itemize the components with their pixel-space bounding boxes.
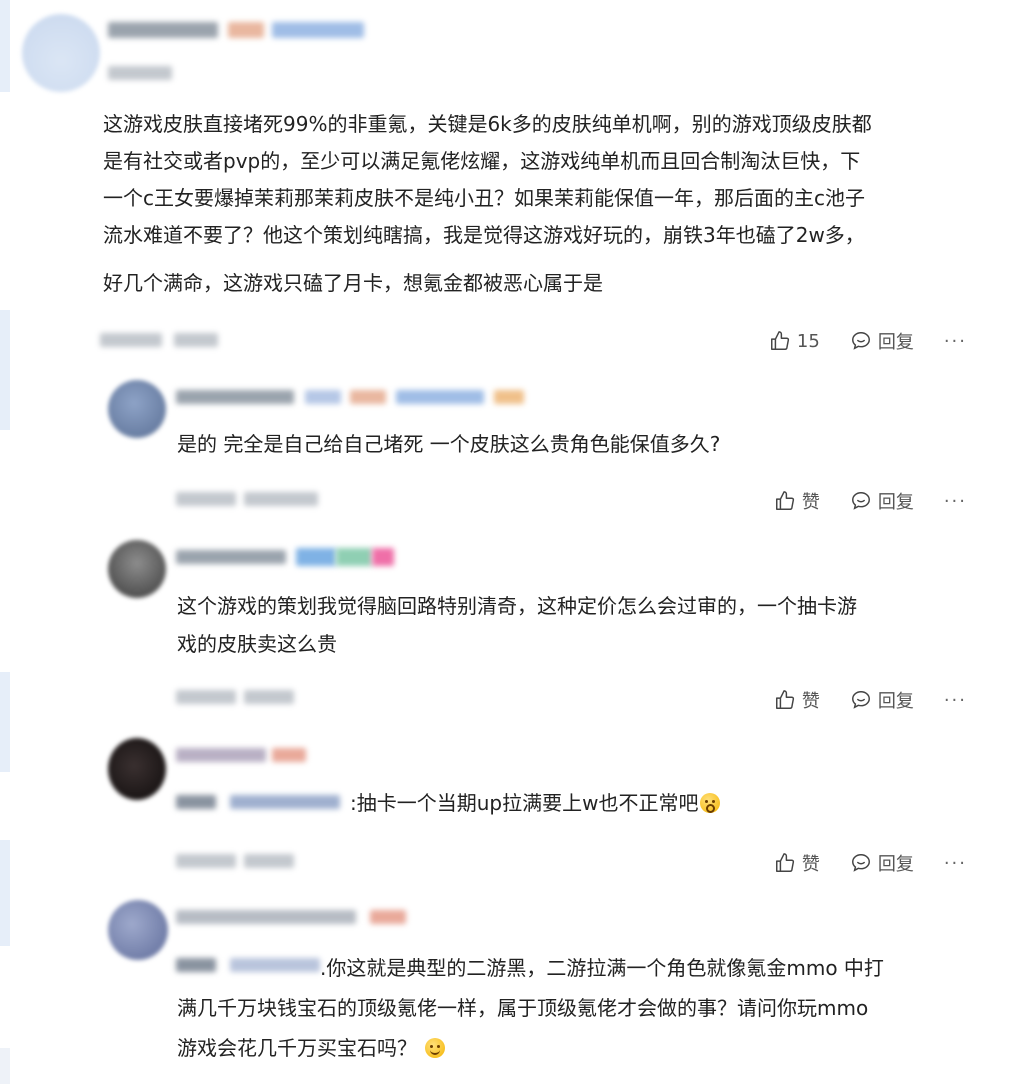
timestamp-redacted: [108, 66, 172, 80]
user-badge-redacted: [396, 390, 484, 404]
comment-bubble-icon: [851, 854, 870, 872]
more-options-button[interactable]: ···: [944, 690, 967, 711]
mention-redacted[interactable]: [176, 795, 216, 809]
post-time-redacted: [100, 333, 162, 347]
reply-actions: 赞 回复 ···: [744, 687, 967, 713]
reply-button[interactable]: 回复: [850, 328, 914, 354]
avatar[interactable]: [108, 738, 166, 800]
comment-bubble-icon: [851, 332, 870, 350]
user-badge-redacted: [494, 390, 524, 404]
like-label: 赞: [801, 492, 820, 513]
comment-line: 这游戏皮肤直接堵死99%的非重氪，关键是6k多的皮肤纯单机啊，别的游戏顶级皮肤都: [103, 112, 872, 136]
username-redacted[interactable]: [108, 22, 218, 38]
reply-line: 游戏会花几千万买宝石吗？: [177, 1030, 446, 1066]
edge-strip: [0, 310, 10, 430]
reply-line: .你这就是典型的二游黑，二游拉满一个角色就像氪金mmo 中打: [320, 956, 884, 980]
like-label: 赞: [801, 691, 820, 712]
location-redacted: [244, 492, 318, 506]
edge-strip: [0, 672, 10, 772]
post-time-redacted: [176, 690, 236, 704]
user-badge-redacted: [305, 390, 341, 404]
user-badge-redacted: [272, 22, 364, 38]
reply-label: 回复: [877, 854, 914, 875]
username-redacted[interactable]: [176, 550, 286, 564]
reply-line-text: 游戏会花几千万买宝石吗？: [177, 1036, 417, 1060]
location-redacted: [244, 690, 294, 704]
comment-line: 好几个满命，这游戏只磕了月卡，想氪金都被恶心属于是: [103, 271, 603, 295]
comment-bubble-icon: [851, 691, 870, 709]
username-redacted[interactable]: [176, 748, 266, 762]
reply-label: 回复: [877, 691, 914, 712]
thumbs-up-icon: [775, 853, 794, 872]
user-badge-redacted: [228, 22, 264, 38]
reply-body: 是的 完全是自己给自己堵死 一个皮肤这么贵角色能保值多久?: [177, 432, 721, 456]
comment-line: 流水难道不要了？他这个策划纯瞎搞，我是觉得这游戏好玩的，崩铁3年也磕了2w多，: [103, 223, 865, 247]
reply-actions: 赞 回复 ···: [744, 850, 967, 876]
more-options-button[interactable]: ···: [944, 853, 967, 874]
astonished-emoji-icon: [700, 793, 721, 813]
like-button[interactable]: 15: [769, 330, 820, 352]
reply-label: 回复: [877, 492, 914, 513]
username-redacted[interactable]: [176, 910, 356, 924]
user-badge-redacted: [296, 548, 336, 566]
comment-actions: 15 回复 ···: [739, 328, 967, 354]
mention-redacted[interactable]: [176, 958, 216, 972]
post-time-redacted: [176, 492, 236, 506]
thumbs-up-icon: [775, 690, 794, 709]
location-redacted: [244, 854, 294, 868]
reply-button[interactable]: 回复: [850, 687, 914, 713]
mention-redacted[interactable]: [230, 795, 340, 809]
user-badge-redacted: [372, 548, 394, 566]
user-badge-redacted: [370, 910, 406, 924]
reply-line: 戏的皮肤卖这么贵: [177, 632, 337, 656]
reply-button[interactable]: 回复: [850, 850, 914, 876]
post-time-redacted: [176, 854, 236, 868]
username-redacted[interactable]: [176, 390, 294, 404]
thumbs-up-icon: [775, 491, 794, 510]
like-button[interactable]: 赞: [774, 850, 820, 876]
user-badge-redacted: [350, 390, 386, 404]
smile-emoji-icon: [425, 1038, 446, 1058]
reply-body: :抽卡一个当期up拉满要上w也不正常吧: [350, 785, 721, 821]
like-count: 15: [796, 330, 820, 352]
location-redacted: [174, 333, 218, 347]
comment-bubble-icon: [851, 492, 870, 510]
edge-strip: [0, 1048, 10, 1084]
avatar[interactable]: [108, 380, 166, 438]
mention-redacted[interactable]: [230, 958, 320, 972]
reply-actions: 赞 回复 ···: [744, 488, 967, 514]
comment-line: 一个c王女要爆掉茉莉那茉莉皮肤不是纯小丑？如果茉莉能保值一年，那后面的主c池子: [103, 186, 865, 210]
reply-label: 回复: [877, 332, 914, 353]
thumbs-up-icon: [770, 331, 790, 350]
comment-line: 是有社交或者pvp的，至少可以满足氪佬炫耀，这游戏纯单机而且回合制淘汰巨快，下: [103, 149, 861, 173]
like-button[interactable]: 赞: [774, 687, 820, 713]
avatar[interactable]: [108, 540, 166, 598]
reply-line: 这个游戏的策划我觉得脑回路特别清奇，这种定价怎么会过审的，一个抽卡游: [177, 594, 857, 618]
comment-thread: 这游戏皮肤直接堵死99%的非重氪，关键是6k多的皮肤纯单机啊，别的游戏顶级皮肤都…: [0, 0, 1025, 1084]
user-badge-redacted: [336, 548, 372, 566]
reply-line: :抽卡一个当期up拉满要上w也不正常吧: [350, 791, 699, 815]
edge-strip: [0, 0, 10, 92]
reply-button[interactable]: 回复: [850, 488, 914, 514]
avatar[interactable]: [108, 900, 168, 960]
edge-strip: [0, 840, 10, 946]
reply-line: 满几千万块钱宝石的顶级氪佬一样，属于顶级氪佬才会做的事？请问你玩mmo: [177, 996, 869, 1020]
like-label: 赞: [801, 854, 820, 875]
like-button[interactable]: 赞: [774, 488, 820, 514]
user-badge-redacted: [272, 748, 306, 762]
more-options-button[interactable]: ···: [944, 331, 967, 352]
avatar[interactable]: [22, 14, 100, 92]
more-options-button[interactable]: ···: [944, 491, 967, 512]
